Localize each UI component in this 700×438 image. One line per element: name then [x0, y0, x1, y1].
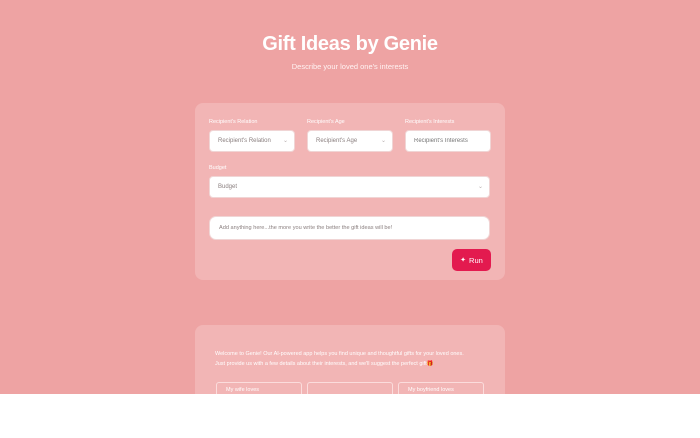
notes-placeholder: Add anything here...the more you write t…	[219, 225, 393, 231]
run-button-label: Run	[469, 255, 483, 265]
page-subtitle: Describe your loved one's interests	[291, 62, 409, 71]
relation-select[interactable]: Recipient's Relation ⌄	[209, 130, 295, 152]
age-select-value: Recipient's Age	[316, 138, 358, 144]
relation-label: Recipient's Relation	[209, 119, 258, 125]
age-select[interactable]: Recipient's Age ⌄	[307, 130, 393, 152]
welcome-line-2: Just provide us with a few details about…	[215, 361, 434, 367]
example-prompt-boyfriend[interactable]: My boyfriend loves	[398, 382, 484, 394]
interests-label: Recipient's Interests	[405, 119, 455, 125]
budget-label: Budget	[209, 165, 227, 171]
run-button[interactable]: ✦ Run	[452, 249, 491, 271]
relation-select-value: Recipient's Relation	[218, 138, 271, 144]
page-title: Gift Ideas by Genie	[262, 33, 438, 55]
interests-input[interactable]	[405, 130, 491, 152]
welcome-text: Welcome to Genie! Our AI-powered app hel…	[215, 349, 495, 369]
sparkle-icon: ✦	[460, 257, 467, 264]
example-prompt-2[interactable]	[307, 382, 393, 394]
example-prompt-wife[interactable]: My wife loves	[216, 382, 302, 394]
chevron-down-icon: ⌄	[282, 138, 288, 144]
gift-form-card: Recipient's Relation Recipient's Relatio…	[195, 103, 505, 280]
welcome-line-1: Welcome to Genie! Our AI-powered app hel…	[215, 351, 464, 357]
gift-icon: 🎁	[426, 361, 434, 367]
info-card: Welcome to Genie! Our AI-powered app hel…	[195, 325, 505, 394]
notes-textarea[interactable]: Add anything here...the more you write t…	[209, 216, 490, 240]
chevron-down-icon: ⌄	[380, 138, 386, 144]
page: Gift Ideas by Genie Describe your loved …	[0, 0, 700, 394]
budget-select[interactable]: Budget ⌄	[209, 176, 490, 198]
age-label: Recipient's Age	[307, 119, 345, 125]
chevron-down-icon: ⌄	[477, 184, 483, 190]
budget-select-value: Budget	[218, 184, 238, 190]
